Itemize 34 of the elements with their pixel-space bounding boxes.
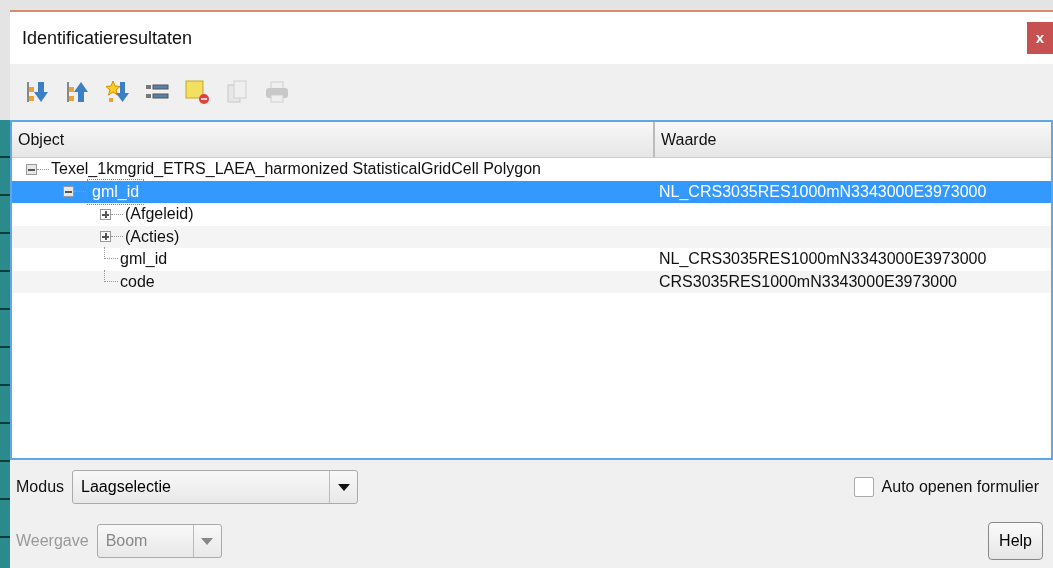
caret-icon xyxy=(201,537,214,545)
clear-highlight-icon[interactable] xyxy=(184,79,210,105)
value-text: NL_CRS3035RES1000mN3343000E3973000 xyxy=(659,250,987,268)
tree-label: Texel_1kmgrid_ETRS_LAEA_harmonized StatisticalGridCell Polygon xyxy=(51,159,541,180)
tree-row[interactable]: (Acties) xyxy=(12,225,1051,248)
tree-label: (Acties) xyxy=(125,226,180,247)
tree-row[interactable]: Texel_1kmgrid_ETRS_LAEA_harmonized StatisticalGridCell Polygon xyxy=(12,158,1051,181)
column-header[interactable]: Object xyxy=(12,122,655,157)
window-title: Identificatieresultaten xyxy=(22,26,193,50)
dropdown[interactable]: Laagselectie xyxy=(72,470,359,504)
tree-label: gml_id xyxy=(88,179,144,204)
column-header[interactable]: Waarde xyxy=(655,122,1051,157)
collapse-all-icon[interactable] xyxy=(64,79,90,105)
collapse-icon[interactable] xyxy=(26,163,37,175)
close-button[interactable]: x xyxy=(1027,22,1053,54)
caret-icon xyxy=(337,483,350,491)
tree-label: code xyxy=(120,271,155,292)
tree-row[interactable]: gml_id NL_CRS3035RES1000mN3343000E3973000 xyxy=(12,248,1051,271)
tree-label: gml_id xyxy=(120,249,168,270)
value-text: CRS3035RES1000mN3343000E3973000 xyxy=(659,272,957,290)
star-expand-icon[interactable] xyxy=(104,79,130,105)
tree-label: (Afgeleid) xyxy=(125,204,194,225)
expand-all-icon[interactable] xyxy=(24,79,50,105)
expand-icon[interactable] xyxy=(100,231,111,243)
value-text: NL_CRS3035RES1000mN3343000E3973000 xyxy=(659,182,987,200)
checkbox[interactable] xyxy=(853,477,874,497)
help-button[interactable]: Help xyxy=(988,522,1043,560)
field-label: Modus xyxy=(16,477,65,497)
tree-row[interactable]: (Afgeleid) xyxy=(12,203,1051,226)
tree-row[interactable]: code CRS3035RES1000mN3343000E3973000 xyxy=(12,270,1051,293)
checkbox-label[interactable]: Auto openen formulier xyxy=(881,475,1039,499)
field-label: Weergave xyxy=(16,531,89,551)
collapse-icon[interactable] xyxy=(63,186,74,198)
expand-icon[interactable] xyxy=(100,208,111,220)
